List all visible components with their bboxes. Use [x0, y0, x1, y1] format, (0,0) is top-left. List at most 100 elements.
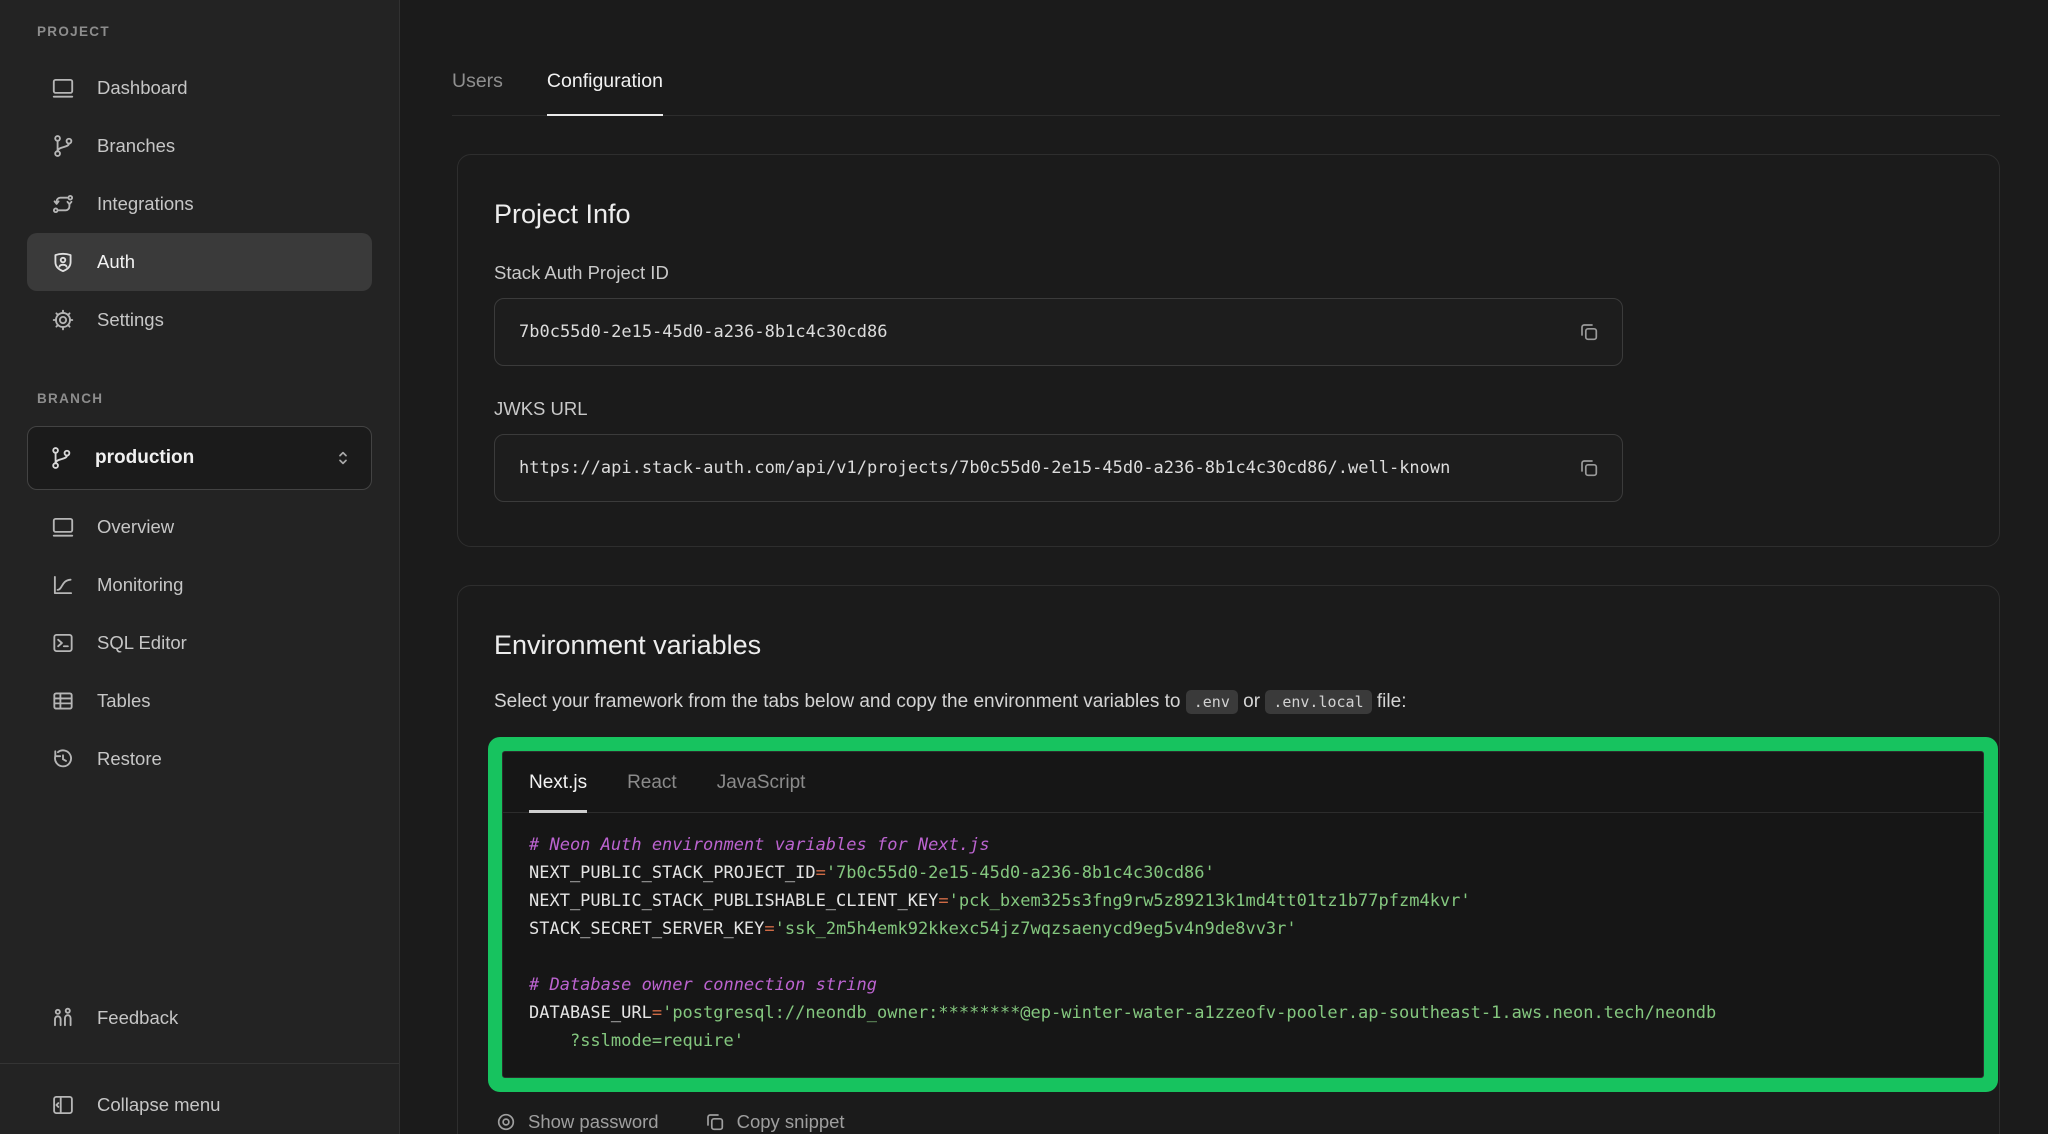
code-key: NEXT_PUBLIC_STACK_PUBLISHABLE_CLIENT_KEY	[529, 891, 938, 911]
code-blank-line	[529, 943, 1957, 971]
jwks-url-value: https://api.stack-auth.com/api/v1/projec…	[519, 458, 1454, 478]
code-block: # Neon Auth environment variables for Ne…	[503, 813, 1983, 1077]
code-string: 'postgresql://neondb_owner:********@ep-w…	[529, 1003, 1716, 1051]
sidebar-item-label: Feedback	[97, 1007, 178, 1029]
project-id-label: Stack Auth Project ID	[494, 262, 1963, 284]
tab-javascript[interactable]: JavaScript	[717, 772, 806, 812]
sidebar-item-sql-editor[interactable]: SQL Editor	[27, 614, 372, 672]
framework-tabs: Next.js React JavaScript	[503, 752, 1983, 813]
copy-icon	[703, 1110, 727, 1134]
copy-snippet-button[interactable]: Copy snippet	[703, 1110, 845, 1134]
tab-nextjs[interactable]: Next.js	[529, 772, 587, 812]
sidebar-item-feedback[interactable]: Feedback	[27, 989, 372, 1047]
code-operator: =	[938, 891, 948, 911]
gear-icon	[50, 307, 76, 333]
snippet-actions: Show password Copy snippet	[494, 1110, 1963, 1134]
table-icon	[50, 688, 76, 714]
branch-selector-value: production	[95, 447, 331, 469]
description-text: or	[1238, 691, 1265, 712]
tab-configuration[interactable]: Configuration	[547, 70, 663, 115]
copy-snippet-label: Copy snippet	[737, 1111, 845, 1133]
sidebar-item-label: Auth	[97, 251, 135, 273]
sidebar-item-label: Restore	[97, 748, 162, 770]
integrations-icon	[50, 191, 76, 217]
project-section-label: PROJECT	[27, 24, 372, 39]
tab-react[interactable]: React	[627, 772, 677, 812]
project-nav: Dashboard Branches Integrations Auth	[27, 59, 372, 349]
project-info-title: Project Info	[494, 199, 1963, 230]
code-string: 'pck_bxem325s3fng9rw5z89213k1md4tt01tz1b…	[949, 891, 1471, 911]
code-operator: =	[652, 1003, 662, 1023]
sidebar-item-monitoring[interactable]: Monitoring	[27, 556, 372, 614]
sidebar-item-settings[interactable]: Settings	[27, 291, 372, 349]
code-key: NEXT_PUBLIC_STACK_PROJECT_ID	[529, 863, 816, 883]
sidebar-item-branches[interactable]: Branches	[27, 117, 372, 175]
code-comment: # Database owner connection string	[529, 975, 877, 995]
code-key: STACK_SECRET_SERVER_KEY	[529, 919, 764, 939]
sidebar-item-label: Overview	[97, 516, 174, 538]
sidebar-item-label: Settings	[97, 309, 164, 331]
sidebar-item-label: Monitoring	[97, 574, 183, 596]
collapse-panel-icon	[50, 1092, 76, 1118]
project-id-value: 7b0c55d0-2e15-45d0-a236-8b1c4c30cd86	[519, 322, 1454, 342]
sidebar-item-overview[interactable]: Overview	[27, 498, 372, 556]
code-operator: =	[764, 919, 774, 939]
branch-selector[interactable]: production	[27, 426, 372, 490]
sidebar-item-restore[interactable]: Restore	[27, 730, 372, 788]
branch-section-label: BRANCH	[27, 391, 372, 406]
code-string: 'ssk_2m5h4emk92kkexc54jz7wqzsaenycd9eg5v…	[775, 919, 1297, 939]
environment-variables-card: Environment variables Select your framew…	[457, 585, 2000, 1134]
sidebar: PROJECT Dashboard Branches Integrations	[0, 0, 400, 1134]
code-comment: # Neon Auth environment variables for Ne…	[529, 835, 990, 855]
jwks-url-label: JWKS URL	[494, 398, 1963, 420]
sidebar-item-tables[interactable]: Tables	[27, 672, 372, 730]
branch-icon	[50, 133, 76, 159]
copy-project-id-button[interactable]	[1574, 317, 1604, 347]
code-snippet-panel: Next.js React JavaScript # Neon Auth env…	[502, 751, 1984, 1078]
sidebar-item-label: Branches	[97, 135, 175, 157]
show-password-button[interactable]: Show password	[494, 1110, 659, 1134]
env-file-chip: .env	[1186, 690, 1238, 714]
terminal-icon	[50, 630, 76, 656]
sidebar-item-label: Dashboard	[97, 77, 188, 99]
sidebar-item-label: SQL Editor	[97, 632, 187, 654]
code-string: '7b0c55d0-2e15-45d0-a236-8b1c4c30cd86'	[826, 863, 1215, 883]
sidebar-item-collapse-menu[interactable]: Collapse menu	[27, 1076, 372, 1134]
sidebar-item-label: Collapse menu	[97, 1094, 220, 1116]
project-id-field: 7b0c55d0-2e15-45d0-a236-8b1c4c30cd86	[494, 298, 1623, 366]
branch-nav: Overview Monitoring SQL Editor Tables	[27, 498, 372, 788]
copy-icon	[1577, 456, 1601, 480]
description-text: Select your framework from the tabs belo…	[494, 691, 1186, 712]
tab-users[interactable]: Users	[452, 70, 503, 115]
show-password-label: Show password	[528, 1111, 659, 1133]
sidebar-item-dashboard[interactable]: Dashboard	[27, 59, 372, 117]
auth-shield-icon	[50, 249, 76, 275]
sidebar-item-integrations[interactable]: Integrations	[27, 175, 372, 233]
monitoring-chart-icon	[50, 572, 76, 598]
project-info-card: Project Info Stack Auth Project ID 7b0c5…	[457, 154, 2000, 547]
code-operator: =	[816, 863, 826, 883]
sidebar-divider	[0, 1063, 399, 1064]
env-local-file-chip: .env.local	[1265, 690, 1371, 714]
page-tabs: Users Configuration	[452, 70, 2000, 116]
chevron-updown-icon	[331, 446, 355, 470]
highlight-box: Next.js React JavaScript # Neon Auth env…	[488, 737, 1998, 1092]
history-clock-icon	[50, 746, 76, 772]
overview-icon	[50, 514, 76, 540]
main-content: Users Configuration Project Info Stack A…	[400, 0, 2048, 1134]
app-window: PROJECT Dashboard Branches Integrations	[0, 0, 2048, 1134]
environment-variables-title: Environment variables	[494, 630, 1963, 661]
sidebar-spacer	[27, 788, 372, 989]
code-key: DATABASE_URL	[529, 1003, 652, 1023]
sidebar-item-auth[interactable]: Auth	[27, 233, 372, 291]
feedback-people-icon	[50, 1005, 76, 1031]
description-text: file:	[1372, 691, 1407, 712]
branch-icon	[48, 445, 74, 471]
copy-jwks-url-button[interactable]	[1574, 453, 1604, 483]
sidebar-item-label: Integrations	[97, 193, 194, 215]
sidebar-item-label: Tables	[97, 690, 150, 712]
copy-icon	[1577, 320, 1601, 344]
dashboard-icon	[50, 75, 76, 101]
eye-icon	[494, 1110, 518, 1134]
environment-variables-description: Select your framework from the tabs belo…	[494, 691, 1963, 713]
